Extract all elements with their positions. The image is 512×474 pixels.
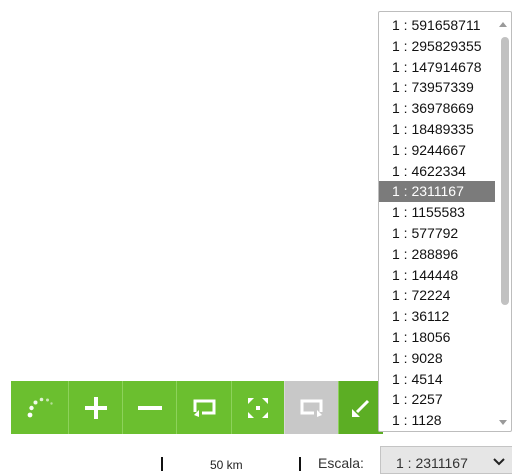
scale-option[interactable]: 1 : 295829355 (379, 36, 495, 57)
scale-option[interactable]: 1 : 18489335 (379, 119, 495, 140)
scale-option[interactable]: 1 : 4514 (379, 369, 495, 390)
scale-bar-label: 50 km (210, 458, 243, 472)
scale-select[interactable]: 1 : 2311167 (380, 446, 512, 474)
scale-option[interactable]: 1 : 147914678 (379, 57, 495, 78)
scale-option[interactable]: 1 : 36112 (379, 306, 495, 327)
zoom-out-button[interactable] (122, 381, 176, 434)
previous-extent-icon (193, 399, 216, 417)
scale-select-value: 1 : 2311167 (396, 455, 468, 471)
zoom-in-button[interactable] (68, 381, 122, 434)
scale-option[interactable]: 1 : 2311167 (379, 181, 495, 203)
scale-option[interactable]: 1 : 36978669 (379, 98, 495, 119)
scale-dropdown-list: 1 : 591658711 1 : 295829355 1 : 147914678 1… (378, 11, 512, 432)
scale-option[interactable]: 1 : 288896 (379, 244, 495, 265)
scale-option[interactable]: 1 : 577792 (379, 223, 495, 244)
loading-spinner-button[interactable] (11, 381, 68, 434)
scale-option[interactable]: 1 : 4622334 (379, 161, 495, 182)
scale-bar-right-tick (299, 457, 301, 471)
zoom-in-icon (84, 396, 107, 419)
scrollbar-thumb[interactable] (501, 37, 509, 305)
scale-option[interactable]: 1 : 9244667 (379, 140, 495, 161)
scale-option[interactable]: 1 : 1128 (379, 410, 495, 431)
map-toolbar (11, 381, 383, 434)
next-extent-icon (300, 399, 322, 417)
scale-options: 1 : 591658711 1 : 295829355 1 : 147914678 1… (379, 15, 495, 431)
scale-option[interactable]: 1 : 72224 (379, 285, 495, 306)
full-extent-button[interactable] (231, 381, 284, 434)
scale-option[interactable]: 1 : 2257 (379, 389, 495, 410)
scale-option[interactable]: 1 : 18056 (379, 327, 495, 348)
map-footer: 50 km Escala: 1 : 2311167 (0, 442, 512, 474)
loading-spinner-icon (27, 397, 53, 417)
scale-option[interactable]: 1 : 1155583 (379, 202, 495, 223)
scale-option[interactable]: 1 : 73957339 (379, 77, 495, 98)
chevron-down-icon (493, 458, 505, 466)
scale-bar-left-tick (161, 457, 163, 471)
scroll-down-arrow-icon[interactable] (499, 420, 507, 425)
full-extent-icon (248, 397, 268, 418)
scale-label: Escala: (318, 455, 364, 471)
previous-extent-button[interactable] (176, 381, 231, 434)
scale-option[interactable]: 1 : 144448 (379, 265, 495, 286)
collapse-button[interactable] (338, 381, 383, 434)
collapse-icon (352, 399, 370, 417)
zoom-out-icon (137, 405, 162, 410)
scale-option[interactable]: 1 : 9028 (379, 348, 495, 369)
next-extent-button[interactable] (284, 381, 338, 434)
scale-option[interactable]: 1 : 591658711 (379, 15, 495, 36)
scroll-up-arrow-icon[interactable] (499, 22, 507, 27)
